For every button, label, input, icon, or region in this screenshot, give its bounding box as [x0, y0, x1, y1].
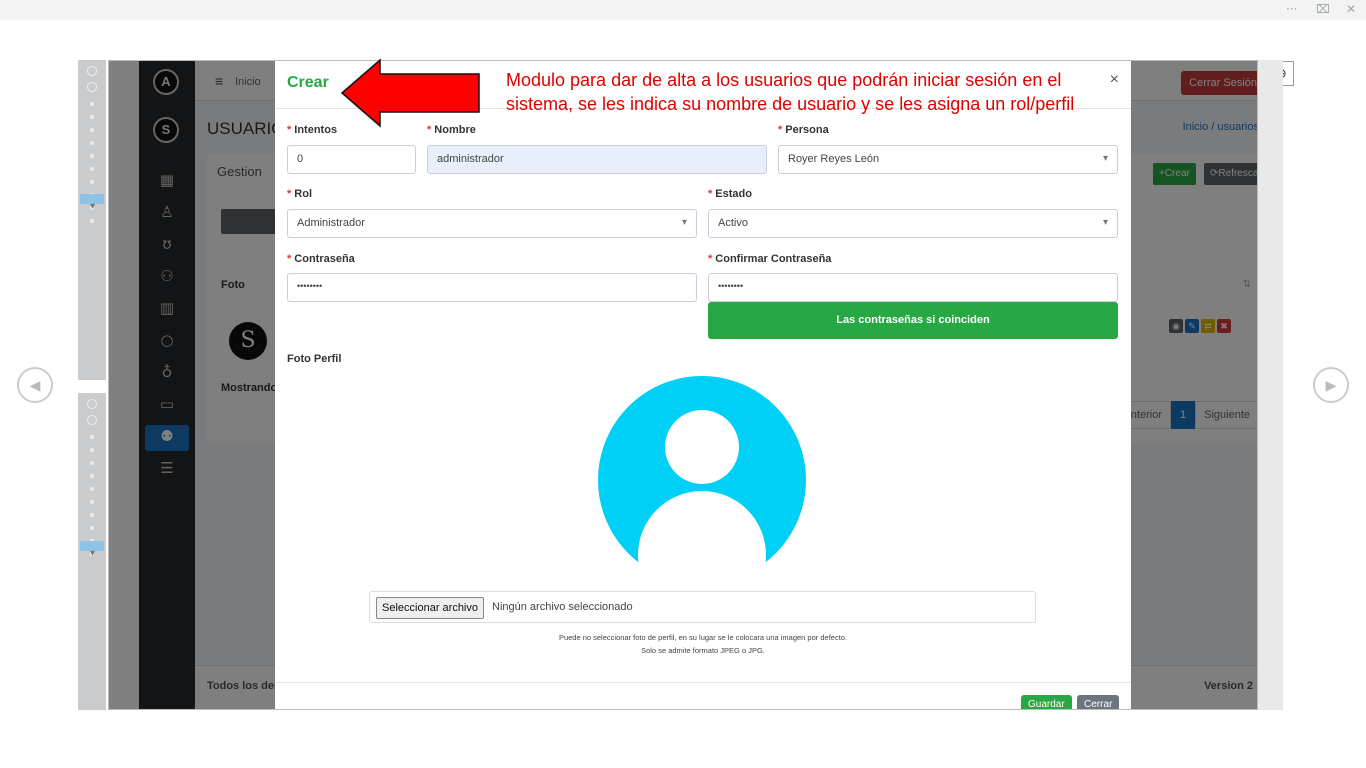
cancel-button[interactable]: Cerrar — [1077, 695, 1120, 709]
password-match-alert: Las contraseñas si coinciden — [708, 302, 1118, 339]
foto-perfil-label: Foto Perfil — [287, 353, 342, 365]
fit-screen-icon[interactable]: ⌧ — [1316, 2, 1330, 16]
default-avatar-icon — [598, 376, 806, 563]
password-field[interactable]: •••••••• — [287, 273, 697, 302]
viewer-toolbar: ··· ⌧ ✕ — [0, 0, 1366, 20]
persona-select[interactable]: Royer Reyes León — [778, 145, 1118, 174]
thumbnail-strip — [78, 60, 106, 710]
photo-hint: Puede no seleccionar foto de perfil, en … — [558, 633, 848, 642]
modal-title: Crear — [287, 74, 329, 91]
more-icon[interactable]: ··· — [1286, 2, 1297, 16]
select-file-button[interactable]: Seleccionar archivo — [376, 597, 484, 619]
confirmar-label: * Confirmar Contraseña — [708, 253, 832, 265]
persona-label: * Persona — [778, 124, 829, 136]
nombre-field[interactable]: administrador — [427, 145, 767, 174]
next-frame-edge — [1257, 60, 1283, 710]
close-viewer-icon[interactable]: ✕ — [1346, 2, 1356, 16]
thumbnail-1[interactable] — [78, 60, 106, 380]
rol-label: * Rol — [287, 188, 313, 200]
rol-select[interactable]: Administrador — [287, 209, 697, 238]
estado-select[interactable]: Activo — [708, 209, 1118, 238]
screenshot-frame: A S ▦ ♙ ʊ ⚇ ▥ ○ ♁ ▭ ⚉ ☰ ≡ Inicio Cerrar … — [108, 60, 1258, 710]
format-hint: Solo se admite formato JPEG o JPG. — [641, 646, 765, 655]
estado-label: * Estado — [708, 188, 752, 200]
annotation-text: Modulo para dar de alta a los usuarios q… — [506, 70, 1075, 114]
close-icon[interactable]: × — [1110, 71, 1119, 89]
confirm-password-field[interactable]: •••••••• — [708, 273, 1118, 302]
intentos-field[interactable]: 0 — [287, 145, 416, 174]
modal-footer: Guardar Cerrar — [275, 682, 1131, 709]
save-button[interactable]: Guardar — [1021, 695, 1072, 709]
next-image-icon[interactable]: ▶ — [1313, 367, 1349, 403]
photo-file-input: Seleccionar archivo Ningún archivo selec… — [369, 591, 1036, 623]
create-user-modal: Crear × * Intentos 0 * Nombre administrado… — [275, 61, 1131, 709]
intentos-label: * Intentos — [287, 124, 338, 136]
file-status: Ningún archivo seleccionado — [492, 601, 633, 613]
contrasena-label: * Contraseña — [287, 253, 355, 265]
thumbnail-2[interactable] — [78, 393, 106, 710]
red-arrow-annotation — [340, 58, 480, 128]
previous-image-icon[interactable]: ◀ — [17, 367, 53, 403]
